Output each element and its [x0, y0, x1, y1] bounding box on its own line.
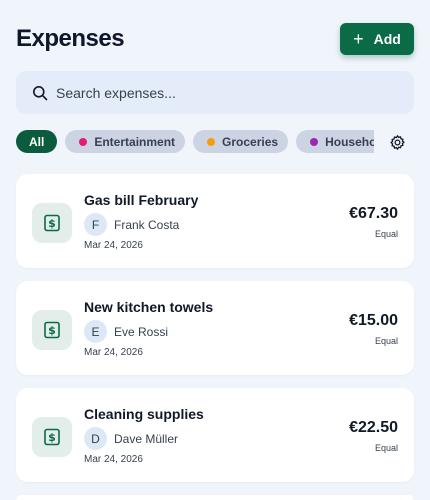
add-expense-button[interactable]: + Add: [340, 23, 414, 55]
expense-card[interactable]: $ Cleaning supplies D Dave Müller Mar 24…: [16, 388, 414, 482]
gear-icon[interactable]: [389, 134, 406, 151]
expense-amount: €67.30: [349, 205, 398, 222]
expense-card[interactable]: $ Gas bill February F Frank Costa Mar 24…: [16, 174, 414, 268]
payer-info: D Dave Müller: [84, 427, 178, 450]
plus-icon: +: [353, 29, 364, 49]
payer-info: F Frank Costa: [84, 213, 179, 236]
search-bar[interactable]: [16, 71, 414, 114]
payer-name: Eve Rossi: [114, 324, 169, 339]
filter-chip-groceries[interactable]: Groceries: [193, 130, 289, 153]
receipt-icon: $: [32, 310, 72, 350]
split-type: Equal: [374, 336, 398, 346]
expense-title: New kitchen towels: [84, 299, 214, 315]
expense-title: Cleaning supplies: [84, 406, 204, 422]
expense-card-partial[interactable]: [16, 495, 414, 500]
receipt-icon: $: [32, 417, 72, 457]
household-color-dot: [310, 137, 319, 146]
category-filters: All Entertainment Groceries Household: [16, 130, 374, 154]
svg-text:$: $: [48, 217, 56, 230]
entertainment-color-dot: [79, 137, 88, 146]
svg-text:$: $: [48, 324, 56, 337]
filter-chip-label: Household: [325, 134, 374, 149]
expense-amount: €15.00: [349, 312, 398, 329]
avatar: F: [84, 213, 107, 236]
groceries-color-dot: [207, 137, 216, 146]
filter-chip-household[interactable]: Household: [296, 130, 374, 153]
avatar: D: [84, 427, 107, 450]
filter-chip-all[interactable]: All: [16, 130, 58, 153]
filter-chip-label: All: [29, 134, 45, 149]
search-input[interactable]: [56, 84, 376, 101]
split-type: Equal: [374, 443, 398, 453]
split-type: Equal: [374, 229, 398, 239]
payer-name: Frank Costa: [114, 217, 180, 232]
payer-name: Dave Müller: [114, 431, 179, 446]
expense-amount: €22.50: [349, 419, 398, 436]
filter-chip-label: Groceries: [222, 134, 279, 149]
expense-date: Mar 24, 2026: [84, 240, 143, 251]
header: Expenses + Add: [16, 22, 414, 56]
filter-chip-entertainment[interactable]: Entertainment: [65, 130, 186, 153]
svg-text:$: $: [48, 431, 56, 444]
filter-chip-label: Entertainment: [94, 134, 176, 149]
expense-card[interactable]: $ New kitchen towels E Eve Rossi Mar 24,…: [16, 281, 414, 375]
page-title: Expenses: [16, 25, 125, 52]
add-button-label: Add: [373, 31, 401, 47]
expense-date: Mar 24, 2026: [84, 347, 143, 358]
expense-date: Mar 24, 2026: [84, 454, 143, 465]
search-icon: [33, 85, 48, 100]
receipt-icon: $: [32, 203, 72, 243]
payer-info: E Eve Rossi: [84, 320, 168, 343]
expense-title: Gas bill February: [84, 192, 199, 208]
avatar: E: [84, 320, 107, 343]
